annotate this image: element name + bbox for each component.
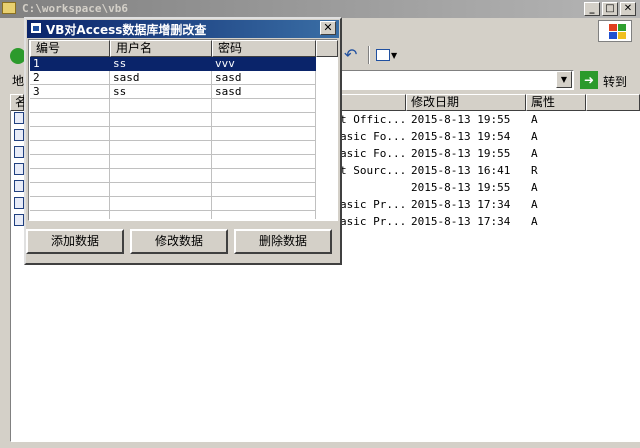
grid-header-spacer xyxy=(316,40,338,57)
cell-username: ss xyxy=(113,85,127,98)
file-attr: A xyxy=(531,181,538,194)
edit-data-button[interactable]: 修改数据 xyxy=(130,229,228,254)
column-header-spacer xyxy=(586,94,640,111)
go-label[interactable]: 转到 xyxy=(603,73,627,90)
grid-line xyxy=(30,182,316,183)
close-icon[interactable]: ✕ xyxy=(320,21,336,35)
grid-line xyxy=(30,154,316,155)
file-attr: A xyxy=(531,113,538,126)
cell-username: ss xyxy=(113,57,127,70)
column-header-name[interactable]: 名 xyxy=(10,94,27,111)
grid-line xyxy=(30,126,316,127)
go-arrow-icon[interactable]: ➜ xyxy=(580,71,598,89)
file-modified: 2015-8-13 19:55 xyxy=(411,147,511,160)
close-icon[interactable]: ✕ xyxy=(620,2,636,16)
grid-line xyxy=(30,168,316,169)
file-attr: A xyxy=(531,198,538,211)
delete-data-button[interactable]: 删除数据 xyxy=(234,229,332,254)
table-row[interactable]: 1 ss vvv xyxy=(30,57,316,71)
grid-line xyxy=(30,196,316,197)
cell-password: sasd xyxy=(215,85,242,98)
grid-line xyxy=(30,210,316,211)
grid-header-id[interactable]: 编号 xyxy=(30,40,110,57)
file-icon xyxy=(14,214,24,226)
grid-line xyxy=(30,112,316,113)
cell-id: 3 xyxy=(33,85,40,98)
views-button[interactable]: ▼ xyxy=(376,47,400,63)
file-attr: A xyxy=(531,130,538,143)
views-icon xyxy=(376,49,390,61)
app-icon xyxy=(30,22,42,34)
cell-id: 2 xyxy=(33,71,40,84)
table-row[interactable]: 2 sasd sasd xyxy=(30,71,316,85)
file-icon xyxy=(14,129,24,141)
file-type: t Offic... xyxy=(340,113,407,126)
file-icon xyxy=(14,163,24,175)
file-type: asic Fo... xyxy=(340,147,407,160)
windows-logo-icon xyxy=(598,20,632,42)
toolbar-separator xyxy=(368,46,370,64)
cell-password: vvv xyxy=(215,57,235,70)
file-attr: R xyxy=(531,164,538,177)
minimize-icon[interactable]: _ xyxy=(584,2,600,16)
grid-line xyxy=(30,140,316,141)
file-modified: 2015-8-13 19:55 xyxy=(411,113,511,126)
column-header-modified[interactable]: 修改日期 xyxy=(406,94,526,111)
file-attr: A xyxy=(531,215,538,228)
chevron-down-icon: ▼ xyxy=(391,51,398,60)
file-attr: A xyxy=(531,147,538,160)
explorer-title: C:\workspace\vb6 xyxy=(22,2,128,15)
file-type: asic Pr... xyxy=(340,198,407,211)
file-icon xyxy=(14,112,24,124)
file-modified: 2015-8-13 17:34 xyxy=(411,198,511,211)
file-type: t Sourc... xyxy=(340,164,407,177)
grid-header-username[interactable]: 用户名 xyxy=(110,40,212,57)
grid-empty-area xyxy=(316,57,338,220)
file-type: asic Pr... xyxy=(340,215,407,228)
column-header-attributes[interactable]: 属性 xyxy=(526,94,586,111)
address-label: 地 xyxy=(12,74,25,88)
vb-form-title: VB对Access数据库增删改查 xyxy=(46,23,207,37)
file-icon xyxy=(14,197,24,209)
undo-icon[interactable]: ↶ xyxy=(344,46,362,64)
file-modified: 2015-8-13 19:54 xyxy=(411,130,511,143)
folder-icon xyxy=(2,2,16,14)
cell-password: sasd xyxy=(215,71,242,84)
maximize-icon[interactable]: □ xyxy=(602,2,618,16)
file-modified: 2015-8-13 16:41 xyxy=(411,164,511,177)
file-modified: 2015-8-13 17:34 xyxy=(411,215,511,228)
file-icon xyxy=(14,146,24,158)
file-type: asic Fo... xyxy=(340,130,407,143)
address-dropdown-icon[interactable]: ▼ xyxy=(556,71,572,88)
file-modified: 2015-8-13 19:55 xyxy=(411,181,511,194)
grid-header-password[interactable]: 密码 xyxy=(212,40,316,57)
add-data-button[interactable]: 添加数据 xyxy=(26,229,124,254)
file-icon xyxy=(14,180,24,192)
cell-id: 1 xyxy=(33,57,40,70)
cell-username: sasd xyxy=(113,71,140,84)
table-row[interactable]: 3 ss sasd xyxy=(30,85,316,99)
